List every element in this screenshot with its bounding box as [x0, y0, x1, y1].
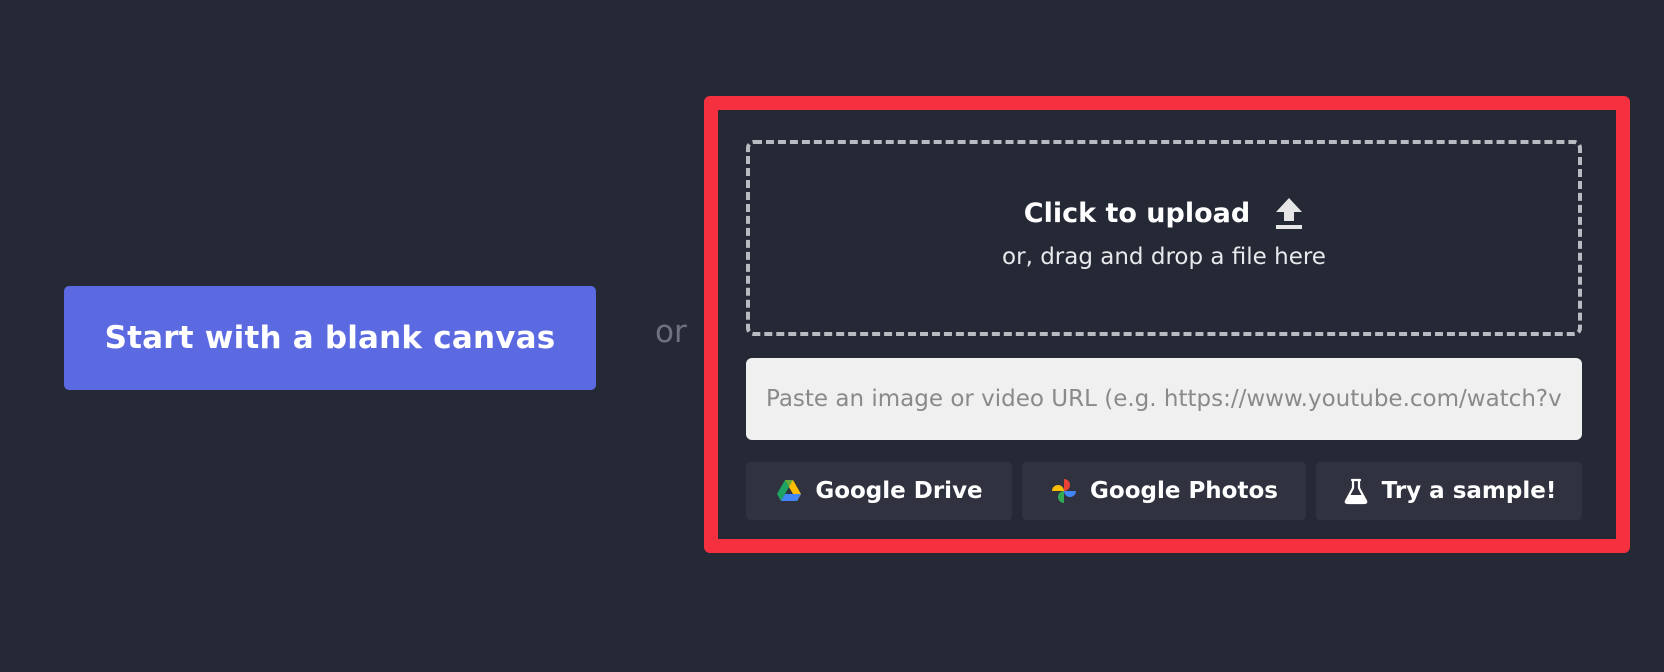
upload-title-row: Click to upload: [750, 196, 1578, 230]
google-photos-icon: [1052, 479, 1077, 503]
google-drive-label: Google Drive: [815, 478, 983, 504]
try-sample-label: Try a sample!: [1381, 478, 1557, 504]
url-input[interactable]: [746, 358, 1582, 440]
upload-dropzone[interactable]: Click to upload or, drag and drop a file…: [746, 140, 1582, 336]
page: Start with a blank canvas or Click to up…: [0, 0, 1664, 672]
start-blank-canvas-button[interactable]: Start with a blank canvas: [64, 286, 596, 390]
upload-icon: [1274, 196, 1304, 230]
google-drive-icon: [777, 480, 802, 501]
google-drive-button[interactable]: Google Drive: [746, 462, 1012, 520]
google-photos-button[interactable]: Google Photos: [1022, 462, 1306, 520]
flask-icon: [1344, 478, 1368, 505]
upload-title: Click to upload: [1023, 197, 1251, 229]
google-photos-label: Google Photos: [1090, 478, 1278, 504]
or-separator: or: [655, 314, 687, 350]
upload-panel: Click to upload or, drag and drop a file…: [704, 96, 1630, 553]
upload-subtitle: or, drag and drop a file here: [1002, 244, 1326, 270]
try-sample-button[interactable]: Try a sample!: [1316, 462, 1582, 520]
